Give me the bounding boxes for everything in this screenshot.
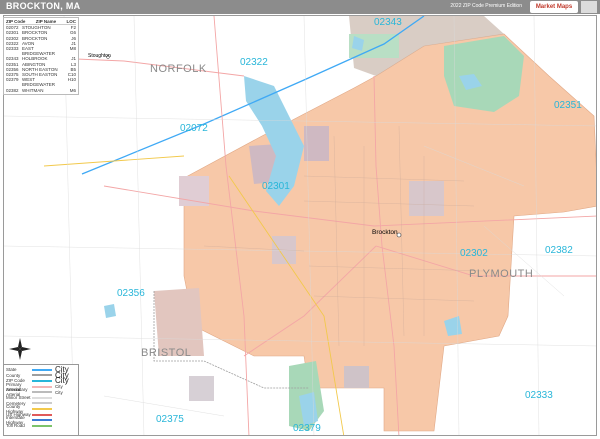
zip-02302-label: 02302 [460, 248, 488, 259]
zip-02356-label: 02356 [117, 288, 145, 299]
list-item: 02379 WEST BRIDGEWATER H10 [6, 77, 76, 88]
city-brockton-label[interactable]: Brockton [372, 229, 398, 236]
county-plymouth-label: PLYMOUTH [469, 268, 534, 280]
zip-02301-label: 02301 [262, 181, 290, 192]
city-stoughton-label[interactable]: Stoughton [88, 53, 111, 59]
zip-code-legend: ZIP Code ZIP Name LOC 02072 STOUGHTON F2 0… [3, 17, 79, 95]
list-item: 02333 EAST BRIDGEWATER M8 [6, 46, 76, 57]
legend-row: Toll Road [6, 423, 76, 429]
zip-02382-label: 02382 [545, 245, 573, 256]
compass-rose-icon [9, 338, 31, 361]
brand-logo: Market Maps [530, 1, 578, 13]
map-frame[interactable]: 02343 02322 02351 02072 02301 02302 0238… [3, 15, 597, 436]
zip-02333-label: 02333 [525, 390, 553, 401]
county-bristol-label: BRISTOL [141, 347, 192, 359]
zip-02322-label: 02322 [240, 57, 268, 68]
edition-label: 2022 ZIP Code Premium Edition [450, 3, 522, 9]
map-title: BROCKTON, MA [6, 1, 81, 11]
title-bar: BROCKTON, MA 2022 ZIP Code Premium Editi… [0, 0, 600, 14]
zip-02379-label: 02379 [293, 423, 321, 434]
map-canvas[interactable] [4, 16, 597, 436]
zip-02351-label: 02351 [554, 100, 582, 111]
map-legend: State City County City ZIP Code City Primar… [3, 364, 79, 436]
list-item: 02382 WHITMAN M6 [6, 87, 76, 93]
county-norfolk-label: NORFOLK [150, 63, 207, 75]
zip-02343-label: 02343 [374, 17, 402, 28]
zip-02072-label: 02072 [180, 123, 208, 134]
zip-02375-label: 02375 [156, 414, 184, 425]
publisher-badge-icon [581, 1, 597, 13]
